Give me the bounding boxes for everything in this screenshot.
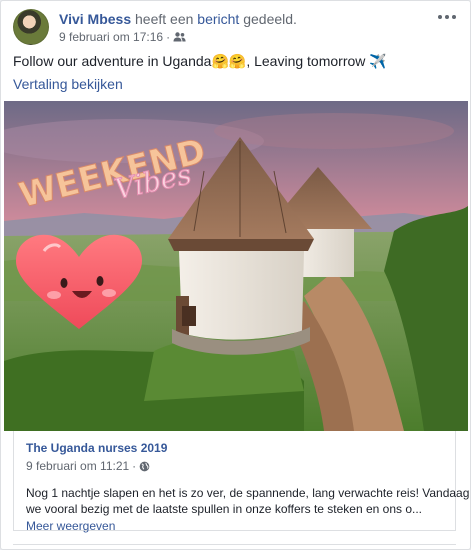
shared-post-title[interactable]: The Uganda nurses 2019: [26, 441, 443, 455]
post-text: Follow our adventure in Uganda🤗🤗, Leavin…: [13, 53, 387, 69]
shared-text: heeft een: [131, 11, 198, 27]
post-header: Vivi Mbess heeft een bericht gedeeld. 9 …: [13, 9, 458, 49]
shared-post-timestamp[interactable]: 9 februari om 11:21: [26, 459, 129, 473]
shared-post-excerpt: Nog 1 nachtje slapen en het is zo ver, d…: [26, 485, 471, 517]
excerpt-line-1: Nog 1 nachtje slapen en het is zo ver, d…: [26, 486, 471, 500]
post-card: Vivi Mbess heeft een bericht gedeeld. 9 …: [0, 0, 471, 550]
post-meta: 9 februari om 17:16 ·: [59, 30, 186, 44]
shared-post-meta: 9 februari om 11:21 ·: [26, 459, 443, 473]
more-options-icon[interactable]: [436, 9, 458, 25]
photo-image: WEEKEND Vibes: [4, 101, 468, 431]
post-photo[interactable]: WEEKEND Vibes: [4, 101, 468, 431]
friends-icon[interactable]: [173, 31, 186, 43]
post-timestamp[interactable]: 9 februari om 17:16: [59, 30, 163, 44]
shared-meta-separator: ·: [132, 459, 137, 473]
see-more-link[interactable]: Meer weergeven: [26, 519, 115, 533]
post-title-line: Vivi Mbess heeft een bericht gedeeld.: [59, 11, 297, 27]
excerpt-line-2: we vooral bezig met de laatste spullen i…: [26, 502, 423, 516]
divider: [13, 544, 456, 545]
shared-post-attachment[interactable]: The Uganda nurses 2019 9 februari om 11:…: [13, 431, 471, 533]
author-name[interactable]: Vivi Mbess: [59, 11, 131, 27]
shared-text-end: gedeeld.: [239, 11, 297, 27]
meta-separator: ·: [166, 30, 171, 44]
avatar[interactable]: [13, 9, 49, 45]
translate-link[interactable]: Vertaling bekijken: [13, 76, 123, 92]
post-link[interactable]: bericht: [197, 11, 239, 27]
globe-icon[interactable]: [139, 461, 150, 472]
